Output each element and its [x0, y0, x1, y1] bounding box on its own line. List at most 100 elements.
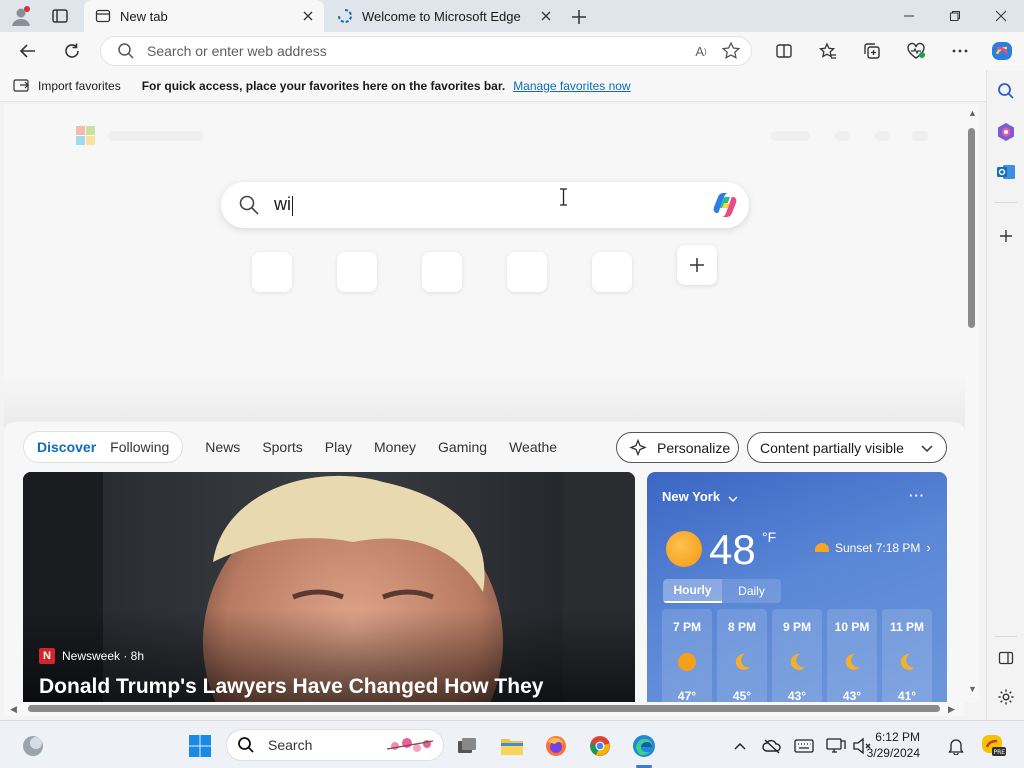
content-visibility-label: Content partially visible — [760, 439, 904, 456]
forecast-temp: 43° — [787, 689, 807, 702]
close-icon[interactable] — [298, 6, 318, 26]
favorite-star-icon[interactable] — [721, 41, 741, 61]
feed-nav-money[interactable]: Money — [374, 439, 416, 455]
tab-actions-icon[interactable] — [50, 6, 70, 26]
personalize-button[interactable]: Personalize — [616, 432, 739, 463]
content-visibility-dropdown[interactable]: Content partially visible — [747, 432, 947, 463]
hide-sidebar-icon[interactable] — [994, 646, 1018, 670]
quick-link[interactable] — [507, 252, 547, 292]
text-caret — [292, 195, 293, 216]
toolbar: Search or enter web address A) — [0, 32, 1024, 70]
back-arrow-icon[interactable] — [16, 39, 40, 63]
collections-icon[interactable] — [860, 39, 884, 63]
scroll-right-icon[interactable]: ▶ — [948, 704, 955, 715]
clock[interactable]: 6:12 PM 3/29/2024 — [858, 729, 920, 761]
favorites-icon[interactable] — [816, 39, 840, 63]
search-input[interactable]: wi — [274, 194, 709, 216]
new-tab-button[interactable] — [568, 6, 590, 28]
chevron-up-icon[interactable] — [730, 736, 750, 756]
moon-icon — [845, 653, 860, 670]
horizontal-scrollbar[interactable]: ◀ ▶ — [4, 702, 965, 716]
feed-nav-sports[interactable]: Sports — [262, 439, 302, 455]
display-icon[interactable] — [826, 736, 846, 756]
split-screen-icon[interactable] — [772, 39, 796, 63]
scrollbar-thumb[interactable] — [28, 705, 940, 712]
scrollbar-thumb[interactable] — [968, 128, 975, 328]
file-explorer-icon[interactable] — [499, 733, 525, 759]
search-icon[interactable] — [994, 79, 1018, 103]
sidebar-divider — [995, 202, 1017, 203]
news-headline[interactable]: Donald Trump's Lawyers Have Changed How … — [39, 675, 543, 699]
scroll-down-icon[interactable]: ▼ — [968, 684, 977, 694]
manage-favorites-link[interactable]: Manage favorites now — [513, 79, 630, 93]
add-icon[interactable] — [994, 224, 1018, 248]
taskbar-search[interactable]: Search — [226, 729, 444, 761]
placeholder-bar — [770, 131, 810, 141]
minimize-button[interactable] — [896, 4, 922, 28]
favorites-bar: Import favorites For quick access, place… — [0, 70, 986, 102]
quick-link[interactable] — [592, 252, 632, 292]
quick-link[interactable] — [422, 252, 462, 292]
web-search-box[interactable]: wi — [221, 182, 749, 228]
tab-welcome[interactable]: Welcome to Microsoft Edge — [326, 0, 562, 32]
copilot-icon[interactable] — [709, 189, 741, 221]
close-icon[interactable] — [536, 6, 556, 26]
copilot-preview-icon[interactable]: PRE — [980, 732, 1006, 758]
personalize-label: Personalize — [657, 439, 731, 456]
feed-nav-gaming[interactable]: Gaming — [438, 439, 487, 455]
close-window-button[interactable] — [988, 4, 1014, 28]
plus-icon — [690, 258, 704, 272]
quick-link[interactable] — [337, 252, 377, 292]
news-card[interactable]: N Newsweek · 8h Donald Trump's Lawyers H… — [23, 472, 635, 702]
firefox-icon[interactable] — [543, 733, 569, 759]
tab-discover[interactable]: Discover — [30, 439, 103, 455]
restore-button[interactable] — [942, 4, 968, 28]
address-bar[interactable]: Search or enter web address A) — [100, 36, 752, 66]
copilot-icon[interactable] — [990, 39, 1014, 63]
feed-nav-news[interactable]: News — [205, 439, 240, 455]
tab-hourly[interactable]: Hourly — [663, 579, 722, 603]
scroll-up-icon[interactable]: ▲ — [968, 108, 977, 118]
moon-icon — [735, 653, 750, 670]
browser-essentials-icon[interactable] — [904, 39, 928, 63]
profile-icon[interactable] — [10, 5, 32, 27]
title-bar: New tab Welcome to Microsoft Edge — [0, 0, 1024, 32]
import-favorites-button[interactable]: Import favorites — [38, 79, 121, 93]
weather-more-button[interactable]: ··· — [909, 488, 925, 503]
feed-nav-weather[interactable]: Weathe — [509, 439, 557, 455]
weather-card[interactable]: New York ··· 48 °F Sunset 7:18 PM › Hour… — [647, 472, 947, 702]
cloud-offline-icon[interactable] — [762, 736, 782, 756]
address-input[interactable]: Search or enter web address — [147, 43, 691, 59]
tab-new-tab[interactable]: New tab — [84, 0, 324, 32]
start-windows-icon[interactable] — [187, 733, 213, 759]
hourly-forecast-item: 8 PM 45° — [717, 609, 767, 702]
placeholder-bar — [875, 131, 891, 141]
more-menu-icon[interactable] — [948, 39, 972, 63]
scroll-left-icon[interactable]: ◀ — [10, 704, 17, 715]
microsoft-365-icon[interactable] — [994, 120, 1018, 144]
settings-gear-icon[interactable] — [994, 685, 1018, 709]
refresh-icon[interactable] — [60, 39, 84, 63]
news-source-label: Newsweek · 8h — [62, 649, 145, 663]
hourly-forecast-item: 7 PM 47° — [662, 609, 712, 702]
sun-icon — [666, 531, 702, 567]
edge-icon[interactable] — [631, 733, 657, 759]
weather-location[interactable]: New York — [662, 489, 738, 504]
add-quick-link-button[interactable] — [677, 245, 717, 285]
read-aloud-icon[interactable]: A) — [691, 41, 711, 61]
notification-bell-icon[interactable] — [946, 736, 966, 756]
tab-following[interactable]: Following — [103, 439, 176, 455]
task-view-icon[interactable] — [454, 733, 480, 759]
search-icon — [117, 42, 135, 60]
outlook-icon[interactable] — [994, 160, 1018, 184]
tab-daily[interactable]: Daily — [722, 579, 781, 603]
forecast-temp: 41° — [897, 689, 917, 702]
feed-nav-play[interactable]: Play — [325, 439, 352, 455]
widgets-icon[interactable] — [20, 733, 46, 759]
tab-title: Welcome to Microsoft Edge — [362, 8, 521, 24]
chrome-icon[interactable] — [587, 733, 613, 759]
quick-link[interactable] — [252, 252, 292, 292]
vertical-scrollbar[interactable]: ▲ ▼ — [965, 104, 979, 702]
keyboard-icon[interactable] — [794, 736, 814, 756]
sunset-info[interactable]: Sunset 7:18 PM › — [815, 540, 931, 555]
